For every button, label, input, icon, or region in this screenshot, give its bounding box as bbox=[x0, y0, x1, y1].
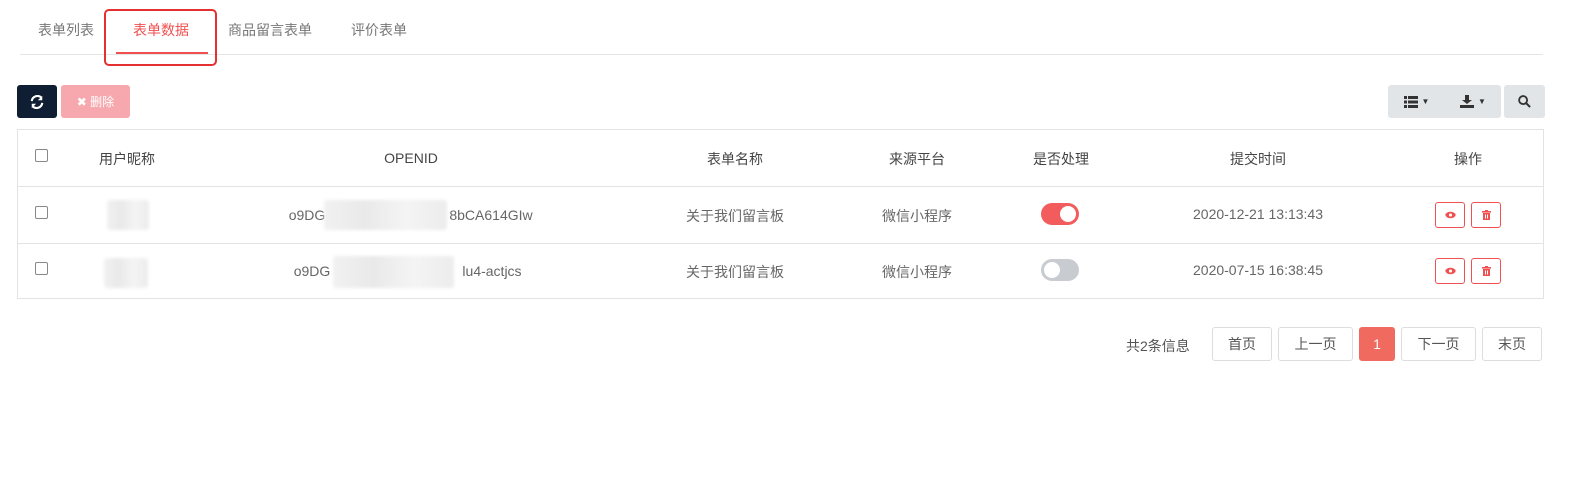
current-page-label: 1 bbox=[1373, 336, 1381, 352]
pagination-info: 共2条信息 bbox=[1126, 338, 1190, 354]
column-header-form-name[interactable]: 表单名称 bbox=[707, 149, 763, 169]
tab-review-form[interactable]: 评价表单 bbox=[351, 20, 407, 40]
trash-icon bbox=[1481, 210, 1491, 220]
blurred-nickname bbox=[104, 258, 148, 288]
processed-toggle[interactable] bbox=[1041, 203, 1079, 225]
toggle-knob bbox=[1044, 262, 1060, 278]
column-header-platform[interactable]: 来源平台 bbox=[889, 149, 945, 169]
first-page-button[interactable]: 首页 bbox=[1212, 327, 1272, 361]
toggle-knob bbox=[1060, 206, 1076, 222]
openid-prefix: o9DG bbox=[293, 263, 331, 279]
prev-page-label: 上一页 bbox=[1294, 336, 1337, 352]
column-header-actions: 操作 bbox=[1454, 151, 1482, 167]
last-page-label: 末页 bbox=[1498, 336, 1526, 352]
select-all-checkbox[interactable] bbox=[35, 149, 48, 162]
tab-product-message-form[interactable]: 商品留言表单 bbox=[228, 20, 312, 40]
openid-prefix: o9DG bbox=[288, 207, 326, 223]
next-page-button[interactable]: 下一页 bbox=[1401, 327, 1476, 361]
refresh-button[interactable] bbox=[17, 85, 57, 118]
highlight-annotation bbox=[104, 9, 217, 66]
table-tools-group: ▼ ▼ bbox=[1388, 85, 1501, 118]
eye-icon bbox=[1444, 211, 1456, 219]
submit-time-cell: 2020-12-21 13:13:43 bbox=[1193, 206, 1323, 222]
caret-down-icon: ▼ bbox=[1478, 97, 1486, 106]
row-checkbox[interactable] bbox=[35, 206, 48, 219]
prev-page-button[interactable]: 上一页 bbox=[1278, 327, 1353, 361]
blurred-nickname bbox=[107, 200, 149, 230]
row-checkbox[interactable] bbox=[35, 262, 48, 275]
openid-suffix: lu4-actjcs bbox=[462, 263, 522, 279]
submit-time-cell: 2020-07-15 16:38:45 bbox=[1193, 262, 1323, 278]
blurred-openid bbox=[324, 200, 447, 230]
processed-toggle[interactable] bbox=[1041, 259, 1079, 281]
search-icon bbox=[1518, 95, 1531, 108]
form-data-table: 用户昵称 OPENID 表单名称 来源平台 是否处理 提交时间 操作 o9DG … bbox=[17, 129, 1544, 299]
view-button[interactable] bbox=[1435, 258, 1465, 284]
delete-row-button[interactable] bbox=[1471, 258, 1501, 284]
last-page-button[interactable]: 末页 bbox=[1482, 327, 1542, 361]
platform-cell: 微信小程序 bbox=[882, 264, 952, 280]
delete-button[interactable]: ✖ 删除 bbox=[61, 85, 130, 118]
delete-row-button[interactable] bbox=[1471, 202, 1501, 228]
column-header-submit-time[interactable]: 提交时间 bbox=[1230, 149, 1286, 169]
download-icon bbox=[1460, 95, 1475, 108]
openid-suffix: 8bCA614GIw bbox=[449, 207, 533, 223]
next-page-label: 下一页 bbox=[1417, 336, 1460, 352]
first-page-label: 首页 bbox=[1228, 336, 1256, 352]
column-header-processed[interactable]: 是否处理 bbox=[1033, 149, 1089, 169]
column-header-openid[interactable]: OPENID bbox=[384, 150, 438, 166]
delete-label: ✖ 删除 bbox=[76, 95, 115, 109]
form-name-cell: 关于我们留言板 bbox=[686, 264, 784, 280]
search-button[interactable] bbox=[1504, 85, 1545, 118]
column-header-nickname[interactable]: 用户昵称 bbox=[99, 149, 155, 169]
form-name-cell: 关于我们留言板 bbox=[686, 208, 784, 224]
export-button[interactable]: ▼ bbox=[1445, 85, 1501, 118]
caret-down-icon: ▼ bbox=[1421, 97, 1430, 106]
refresh-icon bbox=[30, 94, 44, 109]
row-divider bbox=[18, 243, 1543, 244]
view-button[interactable] bbox=[1435, 202, 1465, 228]
tab-form-list[interactable]: 表单列表 bbox=[38, 20, 94, 40]
header-divider bbox=[18, 186, 1543, 187]
platform-cell: 微信小程序 bbox=[882, 208, 952, 224]
list-icon bbox=[1403, 95, 1418, 108]
trash-icon bbox=[1481, 266, 1491, 276]
eye-icon bbox=[1444, 267, 1456, 275]
tab-bar: 表单列表 表单数据 商品留言表单 评价表单 bbox=[20, 0, 1543, 55]
current-page-button[interactable]: 1 bbox=[1359, 327, 1395, 361]
columns-toggle-button[interactable]: ▼ bbox=[1388, 85, 1445, 118]
blurred-openid bbox=[333, 256, 454, 288]
